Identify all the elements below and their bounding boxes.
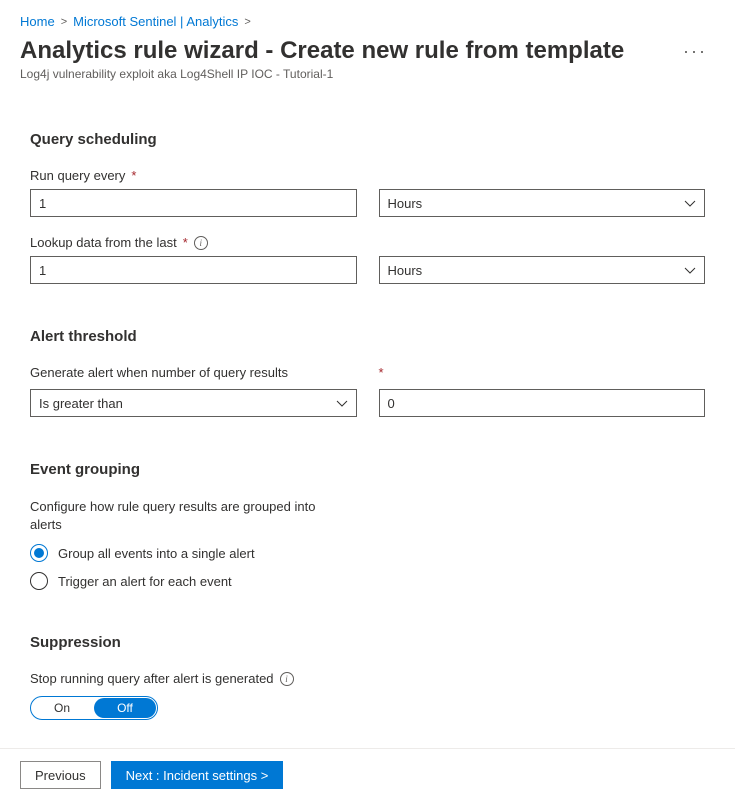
run-query-value-input[interactable] (30, 189, 357, 217)
breadcrumb-home[interactable]: Home (20, 14, 55, 29)
radio-trigger-each[interactable]: Trigger an alert for each event (30, 572, 705, 590)
more-menu-button[interactable]: ··· (675, 41, 715, 62)
toggle-on-label: On (31, 697, 93, 719)
chevron-down-icon (684, 197, 696, 209)
previous-button[interactable]: Previous (20, 761, 101, 789)
query-scheduling-section: Query scheduling Run query every * Hours… (30, 131, 705, 284)
radio-label-all: Group all events into a single alert (58, 546, 255, 561)
chevron-right-icon: > (61, 16, 67, 28)
chevron-down-icon (684, 264, 696, 276)
toggle-off-label: Off (94, 698, 156, 718)
radio-icon (30, 572, 48, 590)
suppression-toggle[interactable]: On Off (30, 696, 158, 720)
run-query-label: Run query every (30, 168, 125, 183)
chevron-right-icon: > (244, 16, 250, 28)
chevron-down-icon (336, 397, 348, 409)
radio-label-each: Trigger an alert for each event (58, 574, 232, 589)
section-title-scheduling: Query scheduling (30, 131, 705, 148)
lookup-value-input[interactable] (30, 256, 357, 284)
grouping-description: Configure how rule query results are gro… (30, 498, 330, 534)
radio-icon (30, 544, 48, 562)
alert-threshold-section: Alert threshold Generate alert when numb… (30, 328, 705, 417)
threshold-label: Generate alert when number of query resu… (30, 365, 357, 383)
threshold-value-input[interactable] (379, 389, 706, 417)
threshold-operator-select[interactable]: Is greater than (30, 389, 357, 417)
suppression-section: Suppression Stop running query after ale… (30, 634, 705, 720)
breadcrumb-sentinel[interactable]: Microsoft Sentinel | Analytics (73, 14, 238, 29)
required-marker: * (131, 168, 136, 183)
page-subtitle: Log4j vulnerability exploit aka Log4Shel… (0, 65, 735, 81)
required-marker: * (183, 235, 188, 250)
event-grouping-section: Event grouping Configure how rule query … (30, 461, 705, 590)
info-icon[interactable]: i (280, 672, 294, 686)
breadcrumb: Home > Microsoft Sentinel | Analytics > (0, 0, 735, 29)
section-title-suppression: Suppression (30, 634, 705, 651)
next-button[interactable]: Next : Incident settings > (111, 761, 284, 789)
radio-group-all[interactable]: Group all events into a single alert (30, 544, 705, 562)
footer-bar: Previous Next : Incident settings > (0, 748, 735, 801)
section-title-threshold: Alert threshold (30, 328, 705, 345)
info-icon[interactable]: i (194, 236, 208, 250)
section-title-grouping: Event grouping (30, 461, 705, 478)
run-query-unit-select[interactable]: Hours (379, 189, 706, 217)
threshold-operator-value: Is greater than (39, 396, 123, 411)
lookup-label: Lookup data from the last (30, 235, 177, 250)
suppression-label: Stop running query after alert is genera… (30, 671, 274, 686)
required-marker: * (379, 365, 384, 380)
lookup-unit-value: Hours (388, 263, 423, 278)
run-query-unit-value: Hours (388, 196, 423, 211)
lookup-unit-select[interactable]: Hours (379, 256, 706, 284)
page-title: Analytics rule wizard - Create new rule … (20, 37, 675, 65)
